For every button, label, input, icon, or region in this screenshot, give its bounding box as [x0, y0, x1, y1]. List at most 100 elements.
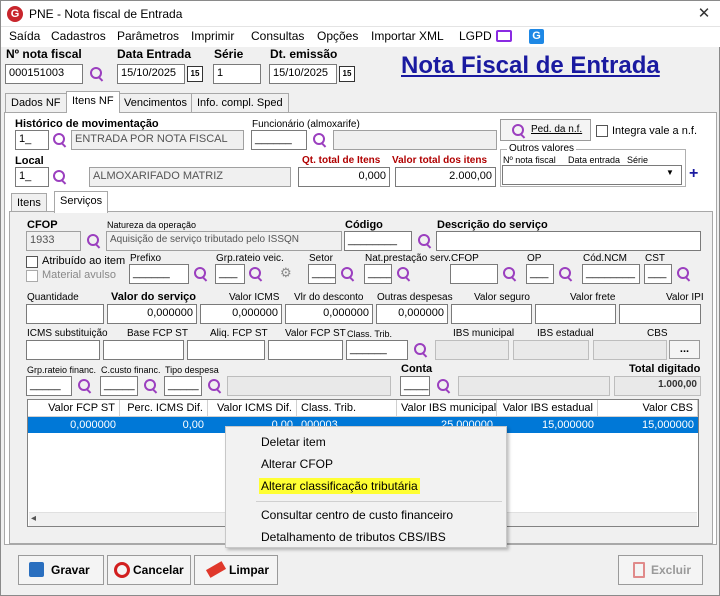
grp-rateio-veic-field[interactable]: ___: [215, 264, 245, 284]
grid-header[interactable]: Valor CBS: [598, 400, 698, 417]
ccusto-field[interactable]: _____: [100, 376, 138, 396]
subtab-servicos[interactable]: Serviços: [54, 191, 109, 213]
icms-subst-field[interactable]: [26, 340, 100, 360]
search-cst-icon[interactable]: [676, 266, 692, 282]
menu-opcoes[interactable]: Opções: [317, 29, 358, 43]
valor-fcp-field[interactable]: [268, 340, 343, 360]
op-field[interactable]: ___: [526, 264, 554, 284]
descricao-field[interactable]: [436, 231, 701, 251]
calculator-search-icon[interactable]: ⚙: [280, 265, 296, 281]
serie-field[interactable]: 1: [213, 64, 261, 84]
funcionario-field[interactable]: ______: [251, 130, 307, 150]
menu-importar-xml[interactable]: Importar XML: [371, 29, 444, 43]
valor-seguro-field[interactable]: [451, 304, 532, 324]
search-nat-prestacao-icon[interactable]: [396, 266, 412, 282]
tab-info-compl-sped[interactable]: Info. compl. Sped: [191, 93, 289, 113]
integra-vale-checkbox[interactable]: [596, 125, 608, 137]
atribuido-checkbox[interactable]: [26, 256, 38, 268]
outros-valores-select[interactable]: ▼: [502, 165, 682, 185]
search-class-trib-icon[interactable]: [413, 342, 429, 358]
monitor-icon[interactable]: [496, 30, 512, 42]
search-historico-icon[interactable]: [52, 132, 68, 148]
search-grp-financ-icon[interactable]: [77, 378, 93, 394]
search-setor-icon[interactable]: [340, 266, 356, 282]
ncm-field[interactable]: ________: [582, 264, 640, 284]
add-outros-icon[interactable]: +: [689, 165, 698, 183]
cfop2-field[interactable]: [450, 264, 498, 284]
menu-alterar-cfop[interactable]: Alterar CFOP: [261, 457, 333, 471]
codigo-field[interactable]: ________: [344, 231, 412, 251]
cfop-field[interactable]: 1933: [26, 231, 81, 251]
setor-field[interactable]: ____: [308, 264, 336, 284]
grid-header[interactable]: Valor IBS estadual: [497, 400, 598, 417]
subtab-itens[interactable]: Itens: [11, 193, 47, 213]
cancelar-button[interactable]: Cancelar: [107, 555, 191, 585]
search-cfop-icon[interactable]: [86, 233, 102, 249]
search-op-icon[interactable]: [558, 266, 574, 282]
search-prefixo-icon[interactable]: [193, 266, 209, 282]
tab-vencimentos[interactable]: Vencimentos: [118, 93, 193, 113]
menu-detalhamento-tributos[interactable]: Detalhamento de tributos CBS/IBS: [261, 530, 446, 544]
grid-header[interactable]: Class. Trib.: [297, 400, 397, 417]
valor-frete-field[interactable]: [535, 304, 616, 324]
scroll-left-icon[interactable]: ◂: [31, 513, 36, 524]
prefixo-field[interactable]: ______: [129, 264, 189, 284]
limpar-button[interactable]: Limpar: [194, 555, 278, 585]
search-conta-icon[interactable]: [436, 378, 452, 394]
menu-deletar-item[interactable]: Deletar item: [261, 435, 326, 449]
tipo-despesa-field[interactable]: _____: [164, 376, 202, 396]
search-codigo-icon[interactable]: [417, 233, 433, 249]
calendar-icon[interactable]: 15: [339, 66, 355, 82]
conta-field[interactable]: ____: [400, 376, 430, 396]
tipo-despesa-label: Tipo despesa: [165, 365, 219, 375]
local-code-field[interactable]: 1_: [15, 167, 49, 187]
menu-saida[interactable]: Saída: [9, 29, 40, 43]
gravar-button[interactable]: Gravar: [18, 555, 104, 585]
search-nf-icon[interactable]: [89, 66, 105, 82]
nf-number-field[interactable]: 000151003: [5, 64, 83, 84]
material-avulso-checkbox[interactable]: [26, 270, 38, 282]
cbs-details-button[interactable]: ...: [669, 340, 700, 359]
nat-prestacao-field[interactable]: ____: [364, 264, 392, 284]
base-fcp-field[interactable]: [103, 340, 184, 360]
menu-alterar-classificacao[interactable]: Alterar classificação tributária: [259, 478, 420, 494]
quantidade-field[interactable]: [26, 304, 104, 324]
historico-code-field[interactable]: 1_: [15, 130, 49, 150]
tab-itens-nf[interactable]: Itens NF: [66, 91, 120, 113]
grid-header[interactable]: Perc. ICMS Dif.: [120, 400, 208, 417]
grp-financ-field[interactable]: _____: [26, 376, 72, 396]
outras-despesas-field[interactable]: 0,000000: [376, 304, 448, 324]
aliq-fcp-field[interactable]: [187, 340, 265, 360]
grid-header[interactable]: Valor ICMS Dif.: [208, 400, 297, 417]
vlr-desconto-field[interactable]: 0,000000: [285, 304, 373, 324]
menu-parametros[interactable]: Parâmetros: [117, 29, 179, 43]
data-entrada-field[interactable]: 15/10/2025: [117, 64, 185, 84]
cst-field[interactable]: ___: [644, 264, 672, 284]
menu-lgpd[interactable]: LGPD: [459, 29, 492, 43]
menu-consultar-centro-custo[interactable]: Consultar centro de custo financeiro: [261, 508, 453, 522]
valor-icms-field[interactable]: 0,000000: [200, 304, 282, 324]
valor-ipi-field[interactable]: [619, 304, 701, 324]
atribuido-label: Atribuído ao item: [42, 255, 126, 267]
menu-cadastros[interactable]: Cadastros: [51, 29, 106, 43]
g-app-icon[interactable]: G: [529, 29, 544, 44]
close-icon[interactable]: ✕: [693, 4, 715, 24]
search-grp-rateio-icon[interactable]: [248, 266, 264, 282]
search-local-icon[interactable]: [52, 169, 68, 185]
grid-header[interactable]: Valor IBS municipal: [397, 400, 497, 417]
class-trib-field[interactable]: ______: [346, 340, 408, 360]
search-cfop2-icon[interactable]: [502, 266, 518, 282]
search-tipo-despesa-icon[interactable]: [207, 378, 223, 394]
dt-emissao-field[interactable]: 15/10/2025: [269, 64, 337, 84]
menu-imprimir[interactable]: Imprimir: [191, 29, 234, 43]
tab-dados-nf[interactable]: Dados NF: [5, 93, 67, 113]
search-ccusto-icon[interactable]: [143, 378, 159, 394]
ped-nf-label: Ped. da n.f.: [531, 124, 583, 135]
excluir-button[interactable]: Excluir: [618, 555, 703, 585]
valor-servico-field[interactable]: 0,000000: [107, 304, 197, 324]
menu-consultas[interactable]: Consultas: [251, 29, 304, 43]
grid-header[interactable]: Valor FCP ST: [28, 400, 120, 417]
ped-nf-button[interactable]: Ped. da n.f.: [500, 119, 591, 141]
search-funcionario-icon[interactable]: [312, 132, 328, 148]
calendar-icon[interactable]: 15: [187, 66, 203, 82]
